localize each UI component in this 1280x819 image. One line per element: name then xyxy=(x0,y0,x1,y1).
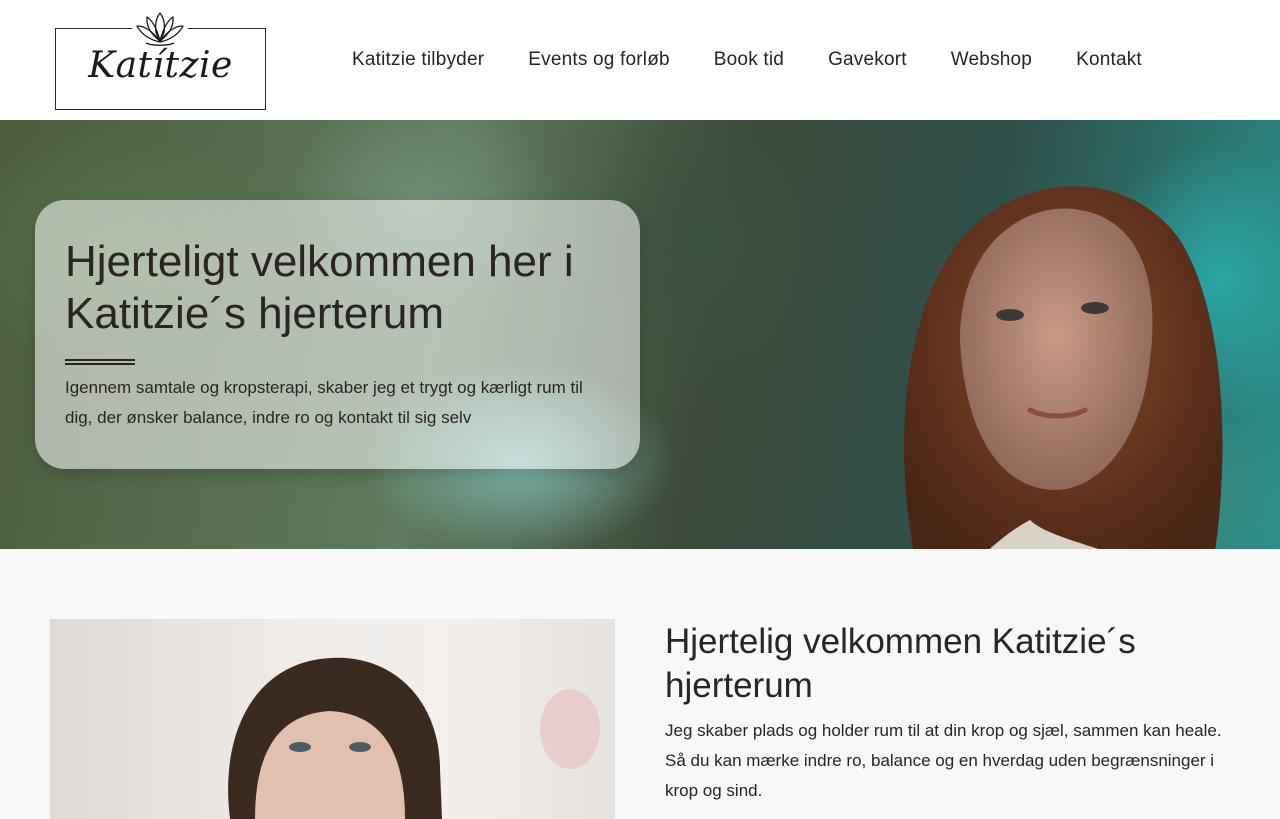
nav-item-katitzie-tilbyder[interactable]: Katitzie tilbyder xyxy=(330,49,506,71)
hero-banner: Hjerteligt velkommen her i Katitzie´s hj… xyxy=(0,120,1280,549)
hero-title: Hjerteligt velkommen her i Katitzie´s hj… xyxy=(65,237,574,338)
intro-text: Jeg skaber plads og holder rum til at di… xyxy=(665,721,1222,800)
hero-divider xyxy=(65,359,135,365)
hero-portrait-image xyxy=(904,186,1223,549)
logo-text: Katítzie xyxy=(88,45,233,86)
nav-item-kontakt[interactable]: Kontakt xyxy=(1054,49,1164,71)
intro-heading: Hjertelig velkommen Katitzie´s hjerterum xyxy=(665,622,1136,705)
hero-description: Igennem samtale og kropsterapi, skaber j… xyxy=(65,378,583,427)
nav-item-book-tid[interactable]: Book tid xyxy=(692,49,806,71)
nav-item-gavekort[interactable]: Gavekort xyxy=(806,49,929,71)
lotus-icon xyxy=(132,9,188,49)
main-nav: Katitzie tilbyder Events og forløb Book … xyxy=(330,40,1164,80)
intro-portrait-image xyxy=(50,619,615,819)
nav-item-webshop[interactable]: Webshop xyxy=(929,49,1054,71)
site-logo[interactable]: Katítzie xyxy=(55,9,266,110)
hero-text-panel: Hjerteligt velkommen her i Katitzie´s hj… xyxy=(35,200,640,469)
site-header: Katítzie Katitzie tilbyder Events og for… xyxy=(0,0,1280,120)
nav-item-events[interactable]: Events og forløb xyxy=(506,49,692,71)
